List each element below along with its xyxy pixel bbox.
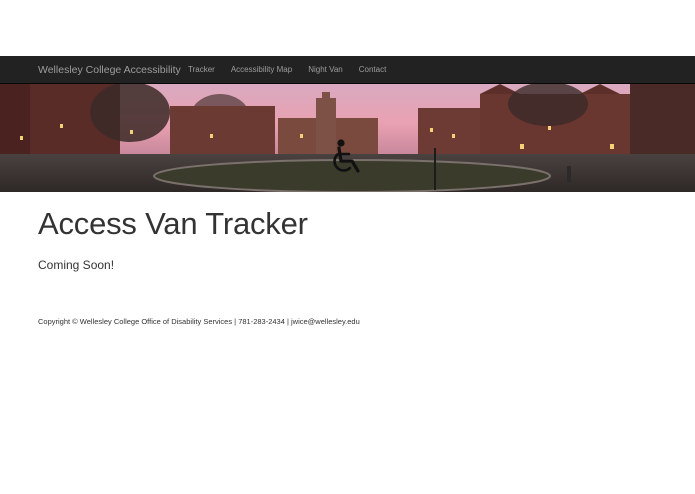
footer-copyright: Copyright © Wellesley College Office of … xyxy=(38,317,360,326)
coming-soon-text: Coming Soon! xyxy=(38,258,115,272)
navbar: Wellesley College Accessibility Tracker … xyxy=(0,56,695,84)
nav-links: Tracker Accessibility Map Night Van Cont… xyxy=(188,56,402,84)
campus-banner-image xyxy=(0,84,695,192)
wheelchair-icon xyxy=(333,139,360,173)
navbar-brand[interactable]: Wellesley College Accessibility xyxy=(38,56,181,84)
nav-link-accessibility-map[interactable]: Accessibility Map xyxy=(231,56,292,84)
nav-link-night-van[interactable]: Night Van xyxy=(308,56,343,84)
nav-link-tracker[interactable]: Tracker xyxy=(188,56,215,84)
nav-link-contact[interactable]: Contact xyxy=(359,56,387,84)
page-title: Access Van Tracker xyxy=(38,206,308,241)
